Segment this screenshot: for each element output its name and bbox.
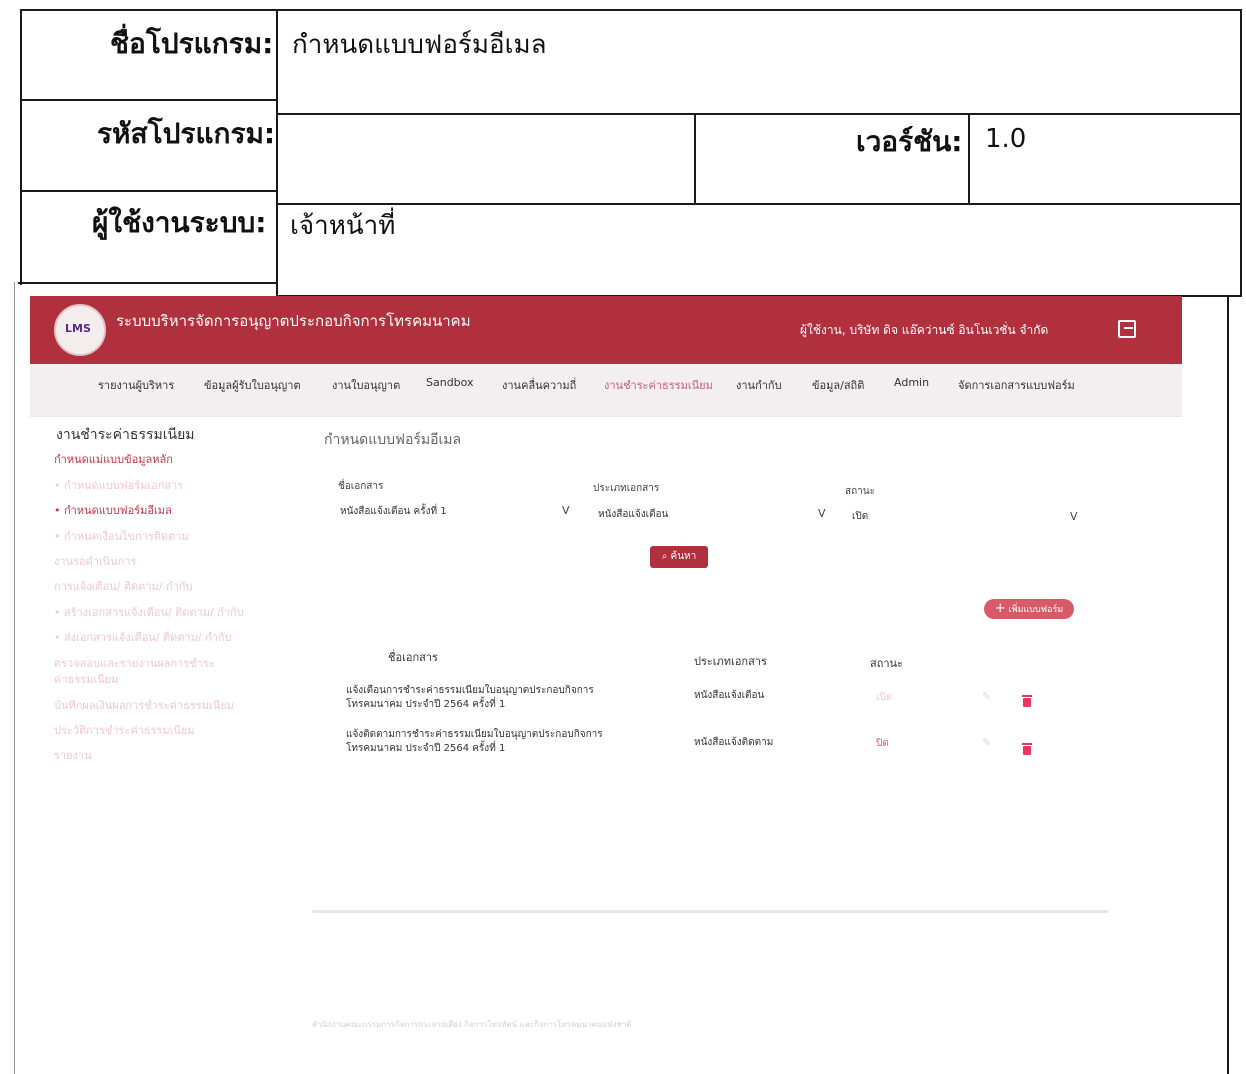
footer-text: สำนักงานคณะกรรมการกิจการกระจายเสียง กิจก…	[312, 1020, 632, 1029]
row-status: ปิด	[876, 738, 889, 749]
plus-icon: +	[994, 601, 1006, 616]
doc-name-dropdown-icon[interactable]: V	[562, 504, 570, 517]
page-title: กำหนดแบบฟอร์มอีเมล	[324, 432, 462, 448]
app-header: LMS ระบบบริหารจัดการอนุญาตประกอบกิจการโท…	[30, 296, 1182, 364]
current-user: ผู้ใช้งาน, บริษัท ดิจ แอ๊คว่านซ์ อินโนเว…	[800, 323, 1049, 337]
col-header-doc-type: ประเภทเอกสาร	[694, 655, 767, 668]
nav-sandbox[interactable]: Sandbox	[426, 376, 474, 389]
search-button-label: ค้นหา	[670, 551, 697, 562]
row-doc-name-line2: โทรคมนาคม ประจำปี 2564 ครั้งที่ 1	[346, 743, 506, 754]
sidebar-item-pending-work[interactable]: งานรอดำเนินการ	[54, 552, 136, 570]
version-label: เวอร์ชัน:	[856, 125, 963, 158]
doc-type-select[interactable]: หนังสือแจ้งเตือน	[598, 507, 668, 522]
app-screenshot: LMS ระบบบริหารจัดการอนุญาตประกอบกิจการโท…	[30, 296, 1182, 1064]
sidebar-item-tracking-conditions[interactable]: • กำหนดเงื่อนไขการติดตาม	[54, 527, 189, 545]
nav-admin[interactable]: Admin	[894, 376, 929, 389]
nav-statistics[interactable]: ข้อมูล/สถิติ	[812, 376, 864, 394]
add-form-button-label: เพิ่มแบบฟอร์ม	[1008, 605, 1064, 615]
edit-icon[interactable]: ✎	[982, 690, 991, 703]
program-name-value: กำหนดแบบฟอร์มอีเมล	[292, 30, 547, 60]
sidebar-item-payment-check-cont[interactable]: ค่าธรรมเนียม	[54, 670, 118, 688]
sidebar-item-email-form[interactable]: • กำหนดแบบฟอร์มอีเมล	[54, 501, 172, 519]
nav-license-work[interactable]: งานใบอนุญาต	[332, 376, 400, 394]
doc-type-label: ประเภทเอกสาร	[593, 483, 660, 494]
delete-icon[interactable]	[1022, 695, 1032, 707]
row-status: เปิด	[876, 692, 893, 703]
row-doc-name-line1: แจ้งติดตามการชำระค่าธรรมเนียมใบอนุญาตประ…	[346, 729, 603, 740]
search-button[interactable]: ⌕ ค้นหา	[650, 546, 708, 568]
app-title: ระบบบริหารจัดการอนุญาตประกอบกิจการโทรคมน…	[116, 312, 471, 330]
nav-executive-report[interactable]: รายงานผู้บริหาร	[98, 376, 174, 394]
sidebar-item-send-notice[interactable]: • ส่งเอกสารแจ้งเตือน/ ติดตาม/ กำกับ	[54, 628, 232, 646]
program-name-label: ชื่อโปรแกรม:	[110, 27, 274, 60]
nav-licensee-info[interactable]: ข้อมูลผู้รับใบอนุญาต	[204, 376, 301, 394]
doc-type-dropdown-icon[interactable]: V	[818, 507, 826, 520]
search-icon: ⌕	[661, 551, 668, 562]
nav-regulation[interactable]: งานกำกับ	[736, 376, 782, 394]
sidebar-item-payment-history[interactable]: ประวัติการชำระค่าธรรมเนียม	[54, 721, 195, 739]
add-form-button[interactable]: + เพิ่มแบบฟอร์ม	[984, 599, 1074, 619]
col-header-doc-name: ชื่อเอกสาร	[388, 651, 438, 664]
row-doc-name-line1: แจ้งเตือนการชำระค่าธรรมเนียมใบอนุญาตประก…	[346, 685, 594, 696]
nav-form-documents[interactable]: จัดการเอกสารแบบฟอร์ม	[958, 376, 1075, 394]
sidebar-item-document-form[interactable]: • กำหนดแบบฟอร์มเอกสาร	[54, 476, 183, 494]
row-doc-type: หนังสือแจ้งเตือน	[694, 690, 765, 701]
nav-frequency[interactable]: งานคลื่นความถี่	[502, 376, 576, 394]
main-nav: รายงานผู้บริหาร ข้อมูลผู้รับใบอนุญาต งาน…	[30, 364, 1182, 417]
sidebar-item-notifications[interactable]: การแจ้งเตือน/ ติดตาม/ กำกับ	[54, 577, 192, 595]
row-doc-type: หนังสือแจ้งติดตาม	[694, 737, 774, 748]
sidebar-item-reports[interactable]: รายงาน	[54, 746, 92, 764]
edit-icon[interactable]: ✎	[982, 736, 991, 749]
doc-name-select[interactable]: หนังสือแจ้งเตือน ครั้งที่ 1	[340, 504, 447, 519]
system-user-label: ผู้ใช้งานระบบ:	[92, 206, 267, 239]
sidebar-item-master-template[interactable]: กำหนดแม่แบบข้อมูลหลัก	[54, 450, 173, 468]
system-user-value: เจ้าหน้าที่	[290, 211, 396, 241]
status-select[interactable]: เปิด	[852, 509, 868, 524]
row-doc-name-line2: โทรคมนาคม ประจำปี 2564 ครั้งที่ 1	[346, 699, 506, 710]
program-code-label: รหัสโปรแกรม:	[97, 117, 276, 150]
version-value: 1.0	[985, 124, 1027, 154]
sidebar-title: งานชำระค่าธรรมเนียม	[56, 427, 195, 443]
status-label: สถานะ	[845, 486, 875, 497]
status-dropdown-icon[interactable]: V	[1070, 510, 1078, 523]
delete-icon[interactable]	[1022, 743, 1032, 755]
doc-name-label: ชื่อเอกสาร	[338, 481, 384, 492]
col-header-status: สถานะ	[870, 657, 903, 670]
nav-fee-payment[interactable]: งานชำระค่าธรรมเนียม	[604, 376, 713, 394]
sidebar-item-create-notice[interactable]: • สร้างเอกสารแจ้งเตือน/ ติดตาม/ กำกับ	[54, 603, 244, 621]
lms-logo: LMS	[54, 304, 106, 356]
sidebar-item-record-payment[interactable]: บันทึกผลเงินผลการชำระค่าธรรมเนียม	[54, 696, 234, 714]
logout-icon[interactable]	[1118, 320, 1136, 338]
content-divider	[312, 910, 1108, 913]
